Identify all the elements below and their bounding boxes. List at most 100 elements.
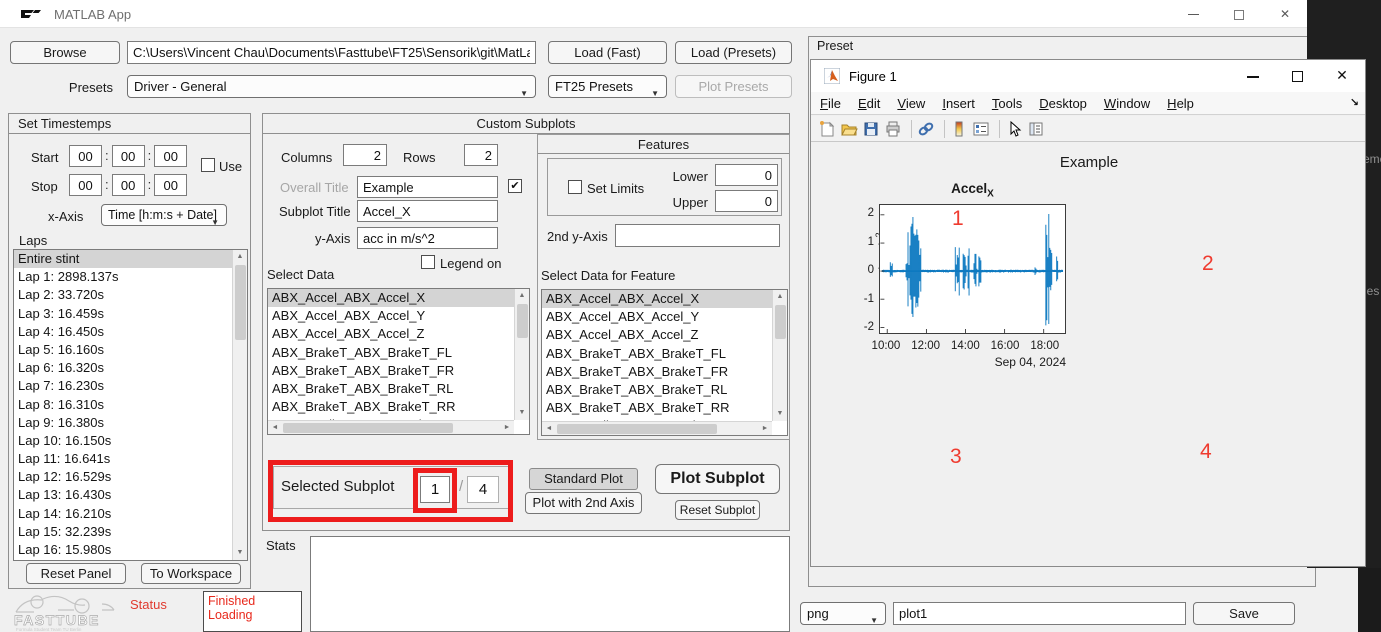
- load-fast-button[interactable]: Load (Fast): [548, 41, 667, 64]
- list-item[interactable]: ABX_BrakeT_ABX_BrakeT_FL: [542, 345, 772, 363]
- insert-colorbar-icon[interactable]: [950, 120, 970, 138]
- plot-presets-button[interactable]: Plot Presets: [675, 75, 792, 98]
- list-item[interactable]: Lap 4: 16.450s: [14, 323, 232, 341]
- scroll-thumb[interactable]: [775, 305, 786, 339]
- overall-title-field[interactable]: [357, 176, 498, 198]
- export-format-select[interactable]: png ▼: [800, 602, 886, 625]
- insert-legend-icon[interactable]: [972, 120, 992, 138]
- load-presets-button[interactable]: Load (Presets): [675, 41, 792, 64]
- list-item[interactable]: ABX_BrakeT_ABX_BrakeT_FL: [268, 344, 514, 362]
- scroll-down-icon[interactable]: ▼: [773, 407, 787, 421]
- menu-item-file[interactable]: File: [820, 96, 841, 111]
- to-workspace-button[interactable]: To Workspace: [141, 563, 241, 584]
- list-item[interactable]: Lap 13: 16.430s: [14, 486, 232, 504]
- start-minute-field[interactable]: [112, 145, 145, 167]
- list-item[interactable]: Lap 9: 16.380s: [14, 414, 232, 432]
- stop-hour-field[interactable]: [69, 174, 102, 196]
- preset-select[interactable]: Driver - General ▼: [127, 75, 536, 98]
- save-button[interactable]: Save: [1193, 602, 1295, 625]
- rows-field[interactable]: [464, 144, 498, 166]
- figure-minimize-button[interactable]: [1241, 68, 1265, 84]
- lower-field[interactable]: [715, 164, 778, 186]
- list-item[interactable]: Lap 14: 16.210s: [14, 505, 232, 523]
- scroll-thumb[interactable]: [235, 265, 246, 340]
- path-field[interactable]: [127, 41, 536, 64]
- list-item[interactable]: Lap 15: 32.239s: [14, 523, 232, 541]
- scroll-thumb[interactable]: [557, 424, 717, 434]
- list-item[interactable]: ABX_Accel_ABX_Accel_Z: [542, 326, 772, 344]
- menu-item-help[interactable]: Help: [1167, 96, 1194, 111]
- stop-second-field[interactable]: [154, 174, 187, 196]
- ft25-presets-select[interactable]: FT25 Presets ▼: [548, 75, 667, 98]
- scroll-left-icon[interactable]: ◄: [542, 422, 556, 435]
- start-hour-field[interactable]: [69, 145, 102, 167]
- scroll-up-icon[interactable]: ▲: [515, 289, 529, 303]
- list-item[interactable]: ABX_BrakeT_ABX_BrakeT_FR: [268, 362, 514, 380]
- xaxis-select[interactable]: Time [h:m:s + Date] ▼: [101, 204, 227, 226]
- new-figure-icon[interactable]: [818, 120, 838, 138]
- overall-title-checkbox[interactable]: [508, 179, 522, 193]
- select-data-listbox[interactable]: ABX_Accel_ABX_Accel_XABX_Accel_ABX_Accel…: [267, 288, 530, 435]
- link-plot-icon[interactable]: [917, 120, 937, 138]
- list-item[interactable]: Lap 2: 33.720s: [14, 286, 232, 304]
- open-file-icon[interactable]: [840, 120, 860, 138]
- data-scrollbar-horizontal[interactable]: ◄ ►: [268, 420, 514, 434]
- scroll-down-icon[interactable]: ▼: [233, 546, 247, 560]
- menu-item-window[interactable]: Window: [1104, 96, 1150, 111]
- scroll-thumb[interactable]: [517, 304, 528, 338]
- filename-field[interactable]: [893, 602, 1186, 625]
- print-figure-icon[interactable]: [884, 120, 904, 138]
- scroll-up-icon[interactable]: ▲: [233, 250, 247, 264]
- list-item[interactable]: Lap 6: 16.320s: [14, 359, 232, 377]
- second-yaxis-field[interactable]: [615, 224, 780, 247]
- list-item[interactable]: Lap 12: 16.529s: [14, 468, 232, 486]
- list-item[interactable]: Lap 5: 16.160s: [14, 341, 232, 359]
- scroll-down-icon[interactable]: ▼: [515, 406, 529, 420]
- save-figure-icon[interactable]: [862, 120, 882, 138]
- list-item[interactable]: Lap 11: 16.641s: [14, 450, 232, 468]
- list-item[interactable]: Lap 1: 2898.137s: [14, 268, 232, 286]
- figure-close-button[interactable]: ✕: [1330, 68, 1354, 84]
- scroll-right-icon[interactable]: ►: [758, 422, 772, 435]
- menu-item-edit[interactable]: Edit: [858, 96, 880, 111]
- list-item[interactable]: Lap 7: 16.230s: [14, 377, 232, 395]
- list-item[interactable]: ABX_BrakeT_ABX_BrakeT_RR: [542, 399, 772, 417]
- use-checkbox[interactable]: [201, 158, 215, 172]
- legend-on-checkbox[interactable]: [421, 255, 435, 269]
- list-item[interactable]: ABX_Accel_ABX_Accel_Y: [268, 307, 514, 325]
- list-item[interactable]: Lap 10: 16.150s: [14, 432, 232, 450]
- set-limits-checkbox[interactable]: [568, 180, 582, 194]
- subplot-title-field[interactable]: [357, 200, 498, 222]
- menu-item-insert[interactable]: Insert: [942, 96, 975, 111]
- yaxis-field[interactable]: [357, 227, 498, 249]
- laps-scrollbar[interactable]: ▲ ▼: [232, 250, 247, 560]
- app-maximize-button[interactable]: [1226, 6, 1252, 22]
- app-close-button[interactable]: ✕: [1272, 6, 1298, 22]
- list-item[interactable]: Lap 16: 15.980s: [14, 541, 232, 559]
- list-item[interactable]: ABX_Accel_ABX_Accel_Y: [542, 308, 772, 326]
- plot-2nd-axis-button[interactable]: Plot with 2nd Axis: [525, 492, 642, 514]
- list-item[interactable]: ABX_Accel_ABX_Accel_X: [268, 289, 514, 307]
- feature-scrollbar-vertical[interactable]: ▲ ▼: [772, 290, 787, 421]
- edit-plot-pointer-icon[interactable]: [1005, 120, 1025, 138]
- list-item[interactable]: ABX_BrakeT_ABX_BrakeT_FR: [542, 363, 772, 381]
- stop-minute-field[interactable]: [112, 174, 145, 196]
- list-item[interactable]: ABX_Accel_ABX_Accel_Z: [268, 325, 514, 343]
- scroll-thumb[interactable]: [283, 423, 453, 433]
- browse-button[interactable]: Browse: [10, 41, 120, 64]
- list-item[interactable]: Lap 3: 16.459s: [14, 305, 232, 323]
- standard-plot-button[interactable]: Standard Plot: [529, 468, 638, 490]
- laps-listbox[interactable]: Entire stintLap 1: 2898.137sLap 2: 33.72…: [13, 249, 248, 561]
- scroll-left-icon[interactable]: ◄: [268, 421, 282, 434]
- list-item[interactable]: ABX_BrakeT_ABX_BrakeT_RR: [268, 398, 514, 416]
- feature-scrollbar-horizontal[interactable]: ◄ ►: [542, 421, 772, 435]
- start-second-field[interactable]: [154, 145, 187, 167]
- dock-arrow-icon[interactable]: ↘: [1350, 96, 1359, 109]
- data-scrollbar-vertical[interactable]: ▲ ▼: [514, 289, 529, 420]
- menu-item-tools[interactable]: Tools: [992, 96, 1022, 111]
- list-item[interactable]: Lap 8: 16.310s: [14, 396, 232, 414]
- stats-textarea[interactable]: [310, 536, 790, 632]
- figure-maximize-button[interactable]: [1285, 68, 1309, 84]
- list-item[interactable]: ABX_Accel_ABX_Accel_X: [542, 290, 772, 308]
- reset-panel-button[interactable]: Reset Panel: [26, 563, 126, 584]
